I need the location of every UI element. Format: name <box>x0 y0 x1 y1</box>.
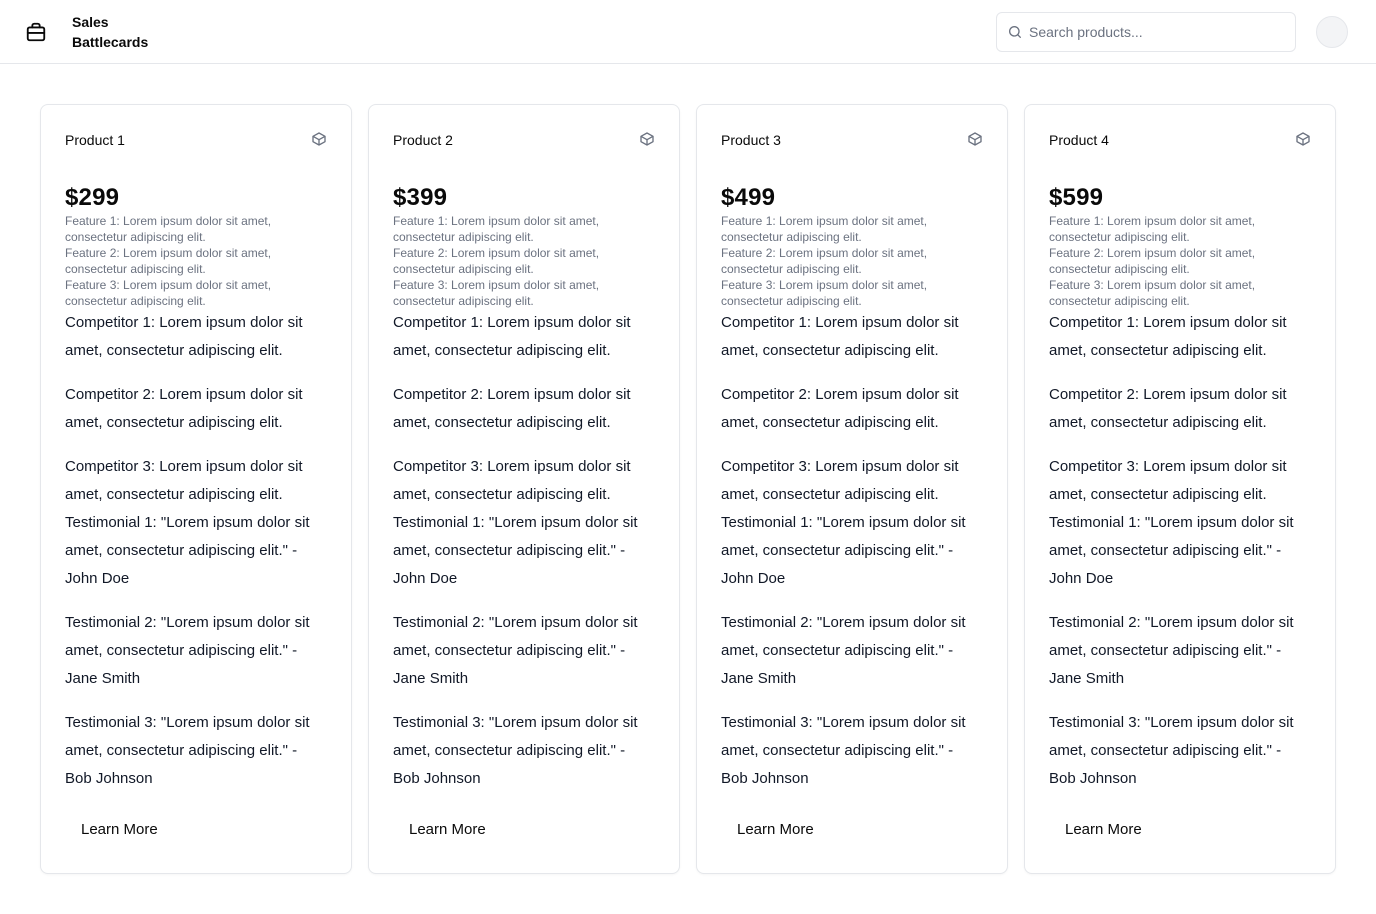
product-title: Product 4 <box>1049 132 1109 148</box>
product-card: Product 3 $499 Feature 1: Lorem ipsum do… <box>696 104 1008 874</box>
feature-item: Feature 2: Lorem ipsum dolor sit amet, c… <box>1049 246 1256 276</box>
feature-item: Feature 3: Lorem ipsum dolor sit amet, c… <box>393 278 600 308</box>
testimonial-item: Testimonial 2: "Lorem ipsum dolor sit am… <box>393 614 638 687</box>
app-title: Sales Battlecards <box>72 14 149 50</box>
search-icon <box>1009 26 1021 38</box>
product-title: Product 3 <box>721 132 781 148</box>
product-price: $599 <box>1049 184 1104 211</box>
product-title: Product 1 <box>65 132 125 148</box>
testimonial-list: Testimonial 1: "Lorem ipsum dolor sit am… <box>393 509 653 809</box>
testimonial-item: Testimonial 3: "Lorem ipsum dolor sit am… <box>1049 714 1294 787</box>
product-price: $399 <box>393 184 448 211</box>
testimonial-item: Testimonial 1: "Lorem ipsum dolor sit am… <box>393 514 638 587</box>
competitor-item: Competitor 2: Lorem ipsum dolor sit amet… <box>393 386 631 431</box>
competitor-item: Competitor 1: Lorem ipsum dolor sit amet… <box>65 314 303 359</box>
competitor-item: Competitor 1: Lorem ipsum dolor sit amet… <box>393 314 631 359</box>
feature-list: Feature 1: Lorem ipsum dolor sit amet, c… <box>393 213 663 309</box>
search-input[interactable] <box>1029 13 1289 51</box>
feature-item: Feature 3: Lorem ipsum dolor sit amet, c… <box>1049 278 1256 308</box>
feature-item: Feature 2: Lorem ipsum dolor sit amet, c… <box>393 246 600 276</box>
box-icon <box>968 132 982 146</box>
competitor-list: Competitor 1: Lorem ipsum dolor sit amet… <box>393 309 653 509</box>
competitor-list: Competitor 1: Lorem ipsum dolor sit amet… <box>1049 309 1309 509</box>
testimonial-item: Testimonial 2: "Lorem ipsum dolor sit am… <box>65 614 310 687</box>
box-icon <box>1296 132 1310 146</box>
product-card: Product 2 $399 Feature 1: Lorem ipsum do… <box>368 104 680 874</box>
testimonial-item: Testimonial 2: "Lorem ipsum dolor sit am… <box>1049 614 1294 687</box>
feature-list: Feature 1: Lorem ipsum dolor sit amet, c… <box>721 213 991 309</box>
learn-more-button[interactable]: Learn More <box>1049 813 1158 847</box>
briefcase-icon[interactable] <box>25 21 47 43</box>
learn-more-button[interactable]: Learn More <box>721 813 830 847</box>
testimonial-list: Testimonial 1: "Lorem ipsum dolor sit am… <box>1049 509 1309 809</box>
product-card-grid: Product 1 $299 Feature 1: Lorem ipsum do… <box>40 104 1336 874</box>
testimonial-item: Testimonial 1: "Lorem ipsum dolor sit am… <box>65 514 310 587</box>
feature-item: Feature 1: Lorem ipsum dolor sit amet, c… <box>65 214 272 244</box>
feature-item: Feature 2: Lorem ipsum dolor sit amet, c… <box>65 246 272 276</box>
user-avatar[interactable] <box>1316 16 1348 48</box>
testimonial-item: Testimonial 1: "Lorem ipsum dolor sit am… <box>721 514 966 587</box>
competitor-item: Competitor 1: Lorem ipsum dolor sit amet… <box>721 314 959 359</box>
search-box[interactable] <box>996 12 1296 52</box>
learn-more-button[interactable]: Learn More <box>393 813 502 847</box>
testimonial-item: Testimonial 2: "Lorem ipsum dolor sit am… <box>721 614 966 687</box>
product-card: Product 4 $599 Feature 1: Lorem ipsum do… <box>1024 104 1336 874</box>
feature-item: Feature 1: Lorem ipsum dolor sit amet, c… <box>1049 214 1256 244</box>
feature-item: Feature 3: Lorem ipsum dolor sit amet, c… <box>65 278 272 308</box>
feature-item: Feature 1: Lorem ipsum dolor sit amet, c… <box>721 214 928 244</box>
testimonial-item: Testimonial 1: "Lorem ipsum dolor sit am… <box>1049 514 1294 587</box>
competitor-item: Competitor 3: Lorem ipsum dolor sit amet… <box>1049 458 1287 503</box>
feature-list: Feature 1: Lorem ipsum dolor sit amet, c… <box>1049 213 1319 309</box>
top-header: Sales Battlecards <box>0 0 1376 64</box>
box-icon <box>640 132 654 146</box>
product-price: $299 <box>65 184 120 211</box>
testimonial-list: Testimonial 1: "Lorem ipsum dolor sit am… <box>65 509 325 809</box>
testimonial-list: Testimonial 1: "Lorem ipsum dolor sit am… <box>721 509 981 809</box>
feature-item: Feature 1: Lorem ipsum dolor sit amet, c… <box>393 214 600 244</box>
competitor-item: Competitor 2: Lorem ipsum dolor sit amet… <box>721 386 959 431</box>
feature-item: Feature 3: Lorem ipsum dolor sit amet, c… <box>721 278 928 308</box>
competitor-item: Competitor 2: Lorem ipsum dolor sit amet… <box>65 386 303 431</box>
testimonial-item: Testimonial 3: "Lorem ipsum dolor sit am… <box>65 714 310 787</box>
product-card: Product 1 $299 Feature 1: Lorem ipsum do… <box>40 104 352 874</box>
feature-item: Feature 2: Lorem ipsum dolor sit amet, c… <box>721 246 928 276</box>
competitor-list: Competitor 1: Lorem ipsum dolor sit amet… <box>721 309 981 509</box>
product-price: $499 <box>721 184 776 211</box>
box-icon <box>312 132 326 146</box>
testimonial-item: Testimonial 3: "Lorem ipsum dolor sit am… <box>393 714 638 787</box>
competitor-item: Competitor 3: Lorem ipsum dolor sit amet… <box>721 458 959 503</box>
product-title: Product 2 <box>393 132 453 148</box>
competitor-item: Competitor 1: Lorem ipsum dolor sit amet… <box>1049 314 1287 359</box>
competitor-item: Competitor 2: Lorem ipsum dolor sit amet… <box>1049 386 1287 431</box>
learn-more-button[interactable]: Learn More <box>65 813 174 847</box>
competitor-item: Competitor 3: Lorem ipsum dolor sit amet… <box>393 458 631 503</box>
feature-list: Feature 1: Lorem ipsum dolor sit amet, c… <box>65 213 335 309</box>
competitor-item: Competitor 3: Lorem ipsum dolor sit amet… <box>65 458 303 503</box>
competitor-list: Competitor 1: Lorem ipsum dolor sit amet… <box>65 309 325 509</box>
testimonial-item: Testimonial 3: "Lorem ipsum dolor sit am… <box>721 714 966 787</box>
